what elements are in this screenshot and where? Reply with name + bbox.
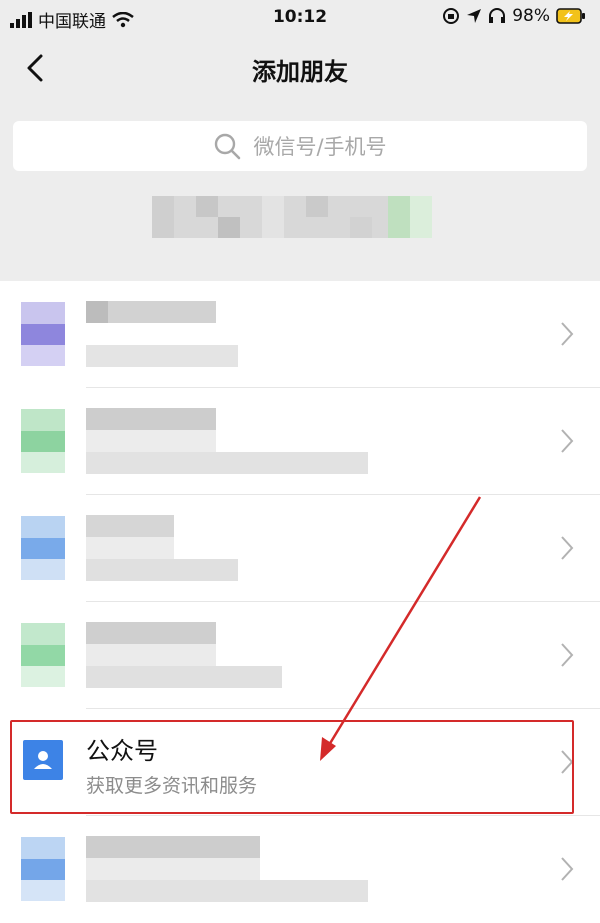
search-icon [215,133,241,160]
chevron-right-icon [561,643,574,667]
official-accounts-subtitle: 获取更多资讯和服务 [86,775,258,797]
chevron-right-icon [561,429,574,453]
person-icon [34,751,52,769]
option-subtitle-redacted [86,559,238,581]
add-friend-options-list: 公众号 获取更多资讯和服务 [0,281,600,923]
battery-charging-icon [556,8,585,24]
option-subtitle-redacted [86,880,368,902]
official-accounts-title: 公众号 [86,737,158,765]
search-input[interactable]: 微信号/手机号 [13,121,587,171]
list-item-redacted-6[interactable] [0,816,600,923]
blur-cell [86,537,174,559]
option-title-redacted [86,836,260,858]
option-subtitle-redacted [86,666,282,688]
option-title-redacted [86,408,216,430]
status-right: 98% [442,6,586,26]
blur-cell [86,644,216,666]
list-item-redacted-3[interactable] [0,495,600,602]
chevron-right-icon [561,536,574,560]
chevron-right-icon [561,750,574,774]
option-title-redacted [86,515,174,537]
list-item-redacted-4[interactable] [0,602,600,709]
option-subtitle-redacted [86,345,238,367]
search-placeholder: 微信号/手机号 [253,135,387,159]
blur-cell [86,301,108,323]
option-icon-redacted [21,516,65,580]
blur-cell [86,430,216,452]
status-bar: 中国联通 10:12 98% [0,0,600,36]
official-account-icon [23,740,63,780]
list-item-official-accounts[interactable]: 公众号 获取更多资讯和服务 [0,709,600,816]
chevron-right-icon [561,322,574,346]
option-icon-redacted [21,623,65,687]
my-id-redacted [152,196,432,238]
option-title-redacted [86,622,216,644]
option-subtitle-redacted [86,452,368,474]
chevron-right-icon [561,857,574,881]
rotation-lock-icon [443,8,460,24]
option-icon-redacted [21,302,65,366]
headphones-icon [489,8,506,23]
list-item-redacted-1[interactable] [0,281,600,388]
list-item-redacted-2[interactable] [0,388,600,495]
option-icon-redacted [21,837,65,901]
nav-bar: 添加朋友 [0,40,600,100]
location-icon [467,9,482,23]
option-icon-redacted [21,409,65,473]
battery-label: 98% [512,6,550,26]
page-title: 添加朋友 [252,58,348,86]
blur-cell [86,858,260,880]
